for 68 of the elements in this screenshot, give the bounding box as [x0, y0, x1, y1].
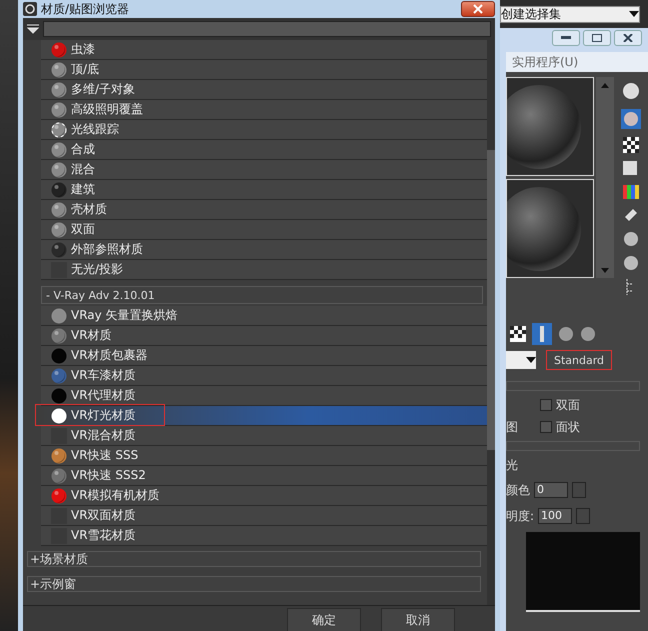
- maximize-button[interactable]: [583, 30, 611, 46]
- caret-icon: [526, 357, 536, 363]
- material-list-item[interactable]: 高级照明覆盖: [41, 100, 487, 120]
- dialog-button[interactable]: 取消: [381, 608, 455, 631]
- close-button[interactable]: [461, 1, 495, 17]
- color-bars-icon[interactable]: [623, 185, 639, 199]
- material-list-item[interactable]: 壳材质: [41, 200, 487, 220]
- app-logo-icon: [23, 2, 37, 16]
- material-list-item[interactable]: 多维/子对象: [41, 80, 487, 100]
- field-label: 明度:: [506, 508, 534, 524]
- checker-icon[interactable]: [510, 326, 526, 342]
- scrollbar[interactable]: [487, 40, 495, 605]
- material-list-item[interactable]: 混合: [41, 160, 487, 180]
- material-list-item[interactable]: 光线跟踪: [41, 120, 487, 140]
- sample-slot[interactable]: [506, 179, 594, 278]
- window-title: 材质/贴图浏览器: [41, 0, 130, 18]
- material-list-item[interactable]: VR雪花材质: [41, 526, 487, 546]
- number-field[interactable]: 0: [534, 482, 568, 498]
- color-swatch[interactable]: [572, 482, 586, 498]
- material-list-item[interactable]: 顶/底: [41, 60, 487, 80]
- material-list-item[interactable]: 建筑: [41, 180, 487, 200]
- material-list-item[interactable]: VR代理材质: [41, 386, 487, 406]
- checkbox-label: 双面: [556, 396, 580, 414]
- material-list-item[interactable]: 双面: [41, 220, 487, 240]
- sample-slot[interactable]: [506, 77, 594, 176]
- material-list-item[interactable]: 外部参照材质: [41, 240, 487, 260]
- material-list-item[interactable]: VR材质: [41, 326, 487, 346]
- menu-item[interactable]: 实用程序(U): [506, 52, 648, 72]
- sphere-icon[interactable]: [621, 81, 641, 101]
- caret-icon[interactable]: [27, 24, 39, 34]
- material-list-item[interactable]: VR双面材质: [41, 506, 487, 526]
- number-field[interactable]: 100: [538, 508, 572, 524]
- search-field[interactable]: [43, 21, 491, 37]
- selection-set-dropdown[interactable]: 创建选择集: [500, 6, 640, 22]
- caret-icon: [629, 11, 639, 17]
- scrollbar[interactable]: [596, 77, 614, 278]
- dropdown[interactable]: [506, 351, 536, 369]
- checkbox-label: 面状: [556, 418, 580, 436]
- checkbox[interactable]: [540, 399, 552, 411]
- square-icon[interactable]: [623, 161, 639, 177]
- material-list-item[interactable]: VR快速 SSS: [41, 446, 487, 466]
- material-list-item[interactable]: VR快速 SSS2: [41, 466, 487, 486]
- group-label: 光: [506, 457, 519, 474]
- material-list-item[interactable]: 无光/投影: [41, 260, 487, 280]
- section-header[interactable]: - V-Ray Adv 2.10.01: [41, 286, 483, 304]
- eraser-icon[interactable]: [623, 207, 639, 223]
- close-button[interactable]: [614, 30, 642, 46]
- section-header[interactable]: +示例窗: [27, 576, 481, 592]
- material-list-item[interactable]: 合成: [41, 140, 487, 160]
- material-list-item[interactable]: VR模拟有机材质: [41, 486, 487, 506]
- checkbox[interactable]: [540, 421, 552, 433]
- material-type-button[interactable]: Standard: [546, 350, 612, 370]
- checker-icon[interactable]: [623, 137, 639, 153]
- material-list-item[interactable]: VR混合材质: [41, 426, 487, 446]
- material-list-item[interactable]: 虫漆: [41, 40, 487, 60]
- material-list-item[interactable]: VR车漆材质: [41, 366, 487, 386]
- option-label: 图: [506, 420, 518, 434]
- dialog-button[interactable]: 确定: [287, 608, 361, 631]
- section-header[interactable]: +场景材质: [27, 551, 481, 567]
- bar-icon[interactable]: [532, 323, 552, 345]
- minimize-button[interactable]: [552, 30, 580, 46]
- close-icon: [623, 34, 633, 42]
- field-label: 颜色: [506, 482, 530, 498]
- material-list-item[interactable]: VR材质包裹器: [41, 346, 487, 366]
- close-icon: [473, 4, 483, 14]
- material-list-item[interactable]: VRay 矢量置换烘焙: [41, 306, 487, 326]
- minimize-icon: [561, 36, 571, 40]
- maximize-icon: [592, 34, 602, 42]
